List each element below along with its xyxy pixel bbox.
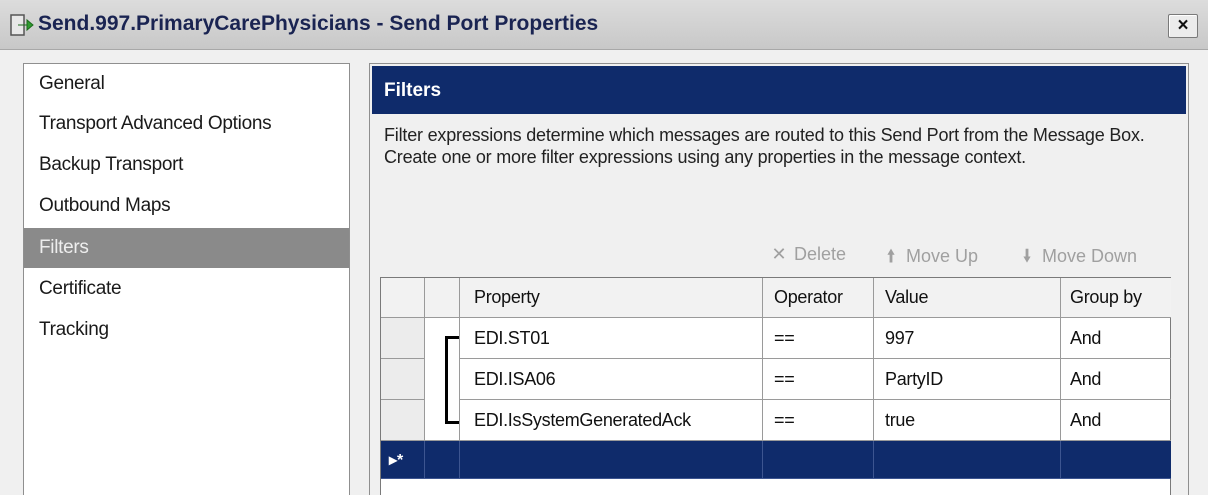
panel-header: Filters [372, 66, 1186, 114]
up-arrow-icon: 🠙 [886, 246, 896, 266]
new-row-icon: ▸* [389, 452, 404, 469]
sidebar-item-tracking[interactable]: Tracking [24, 310, 349, 350]
table-cell-group-by[interactable]: And [1061, 400, 1171, 441]
title-bar: Send.997.PrimaryCarePhysicians - Send Po… [0, 0, 1208, 50]
move-up-button[interactable]: 🠙 Move Up [882, 244, 978, 274]
table-cell-value[interactable]: true [874, 400, 1061, 441]
table-cell-property[interactable]: EDI.ST01 [460, 318, 763, 359]
table-cell-operator[interactable]: == [763, 318, 874, 359]
row-selector[interactable] [381, 318, 425, 359]
new-row-value-cell[interactable] [874, 441, 1061, 479]
sidebar-item-certificate[interactable]: Certificate [24, 269, 349, 309]
table-cell-group-by[interactable]: And [1061, 359, 1171, 400]
sidebar-item-transport-advanced-options[interactable]: Transport Advanced Options [24, 104, 349, 144]
sidebar-item-outbound-maps[interactable]: Outbound Maps [24, 186, 349, 226]
table-cell-operator[interactable]: == [763, 400, 874, 441]
sidebar-item-backup-transport[interactable]: Backup Transport [24, 145, 349, 185]
panel-description: Filter expressions determine which messa… [384, 125, 1145, 167]
column-header-group-by[interactable]: Group by [1061, 278, 1171, 318]
group-bracket-cell [425, 359, 460, 400]
x-icon: ✕ [771, 244, 787, 264]
table-cell-group-by[interactable]: And [1061, 318, 1171, 359]
row-selector[interactable] [381, 359, 425, 400]
new-row-property-cell[interactable] [460, 441, 763, 479]
new-row-group-by-cell[interactable] [1061, 441, 1171, 479]
close-button[interactable]: × [1168, 14, 1198, 38]
send-port-icon [10, 14, 34, 36]
row-selector[interactable] [381, 400, 425, 441]
sidebar-nav: General Transport Advanced Options Backu… [23, 63, 350, 495]
delete-button[interactable]: ✕ Delete [770, 244, 846, 265]
new-row-operator-cell[interactable] [763, 441, 874, 479]
window-title: Send.997.PrimaryCarePhysicians - Send Po… [38, 12, 599, 35]
move-down-button[interactable]: 🠛 Move Down [1018, 244, 1137, 274]
header-group-column [425, 278, 460, 318]
table-cell-operator[interactable]: == [763, 359, 874, 400]
down-arrow-icon: 🠛 [1022, 246, 1032, 266]
column-header-operator[interactable]: Operator [763, 278, 874, 318]
group-bracket-top [445, 336, 459, 339]
column-header-property[interactable]: Property [460, 278, 763, 318]
sidebar-item-filters[interactable]: Filters [24, 228, 349, 268]
table-cell-value[interactable]: 997 [874, 318, 1061, 359]
group-bracket-bottom [445, 421, 459, 424]
new-row-group-cell [425, 441, 460, 479]
column-header-value[interactable]: Value [874, 278, 1061, 318]
table-cell-property[interactable]: EDI.ISA06 [460, 359, 763, 400]
sidebar-item-general[interactable]: General [24, 64, 349, 104]
table-cell-value[interactable]: PartyID [874, 359, 1061, 400]
filter-grid: Property Operator Value Group by EDI.ST0… [380, 277, 1171, 495]
header-row-selector [381, 278, 425, 318]
group-bracket-icon [445, 336, 448, 424]
table-cell-property[interactable]: EDI.IsSystemGeneratedAck [460, 400, 763, 441]
new-row-selector[interactable]: ▸* [381, 441, 425, 479]
